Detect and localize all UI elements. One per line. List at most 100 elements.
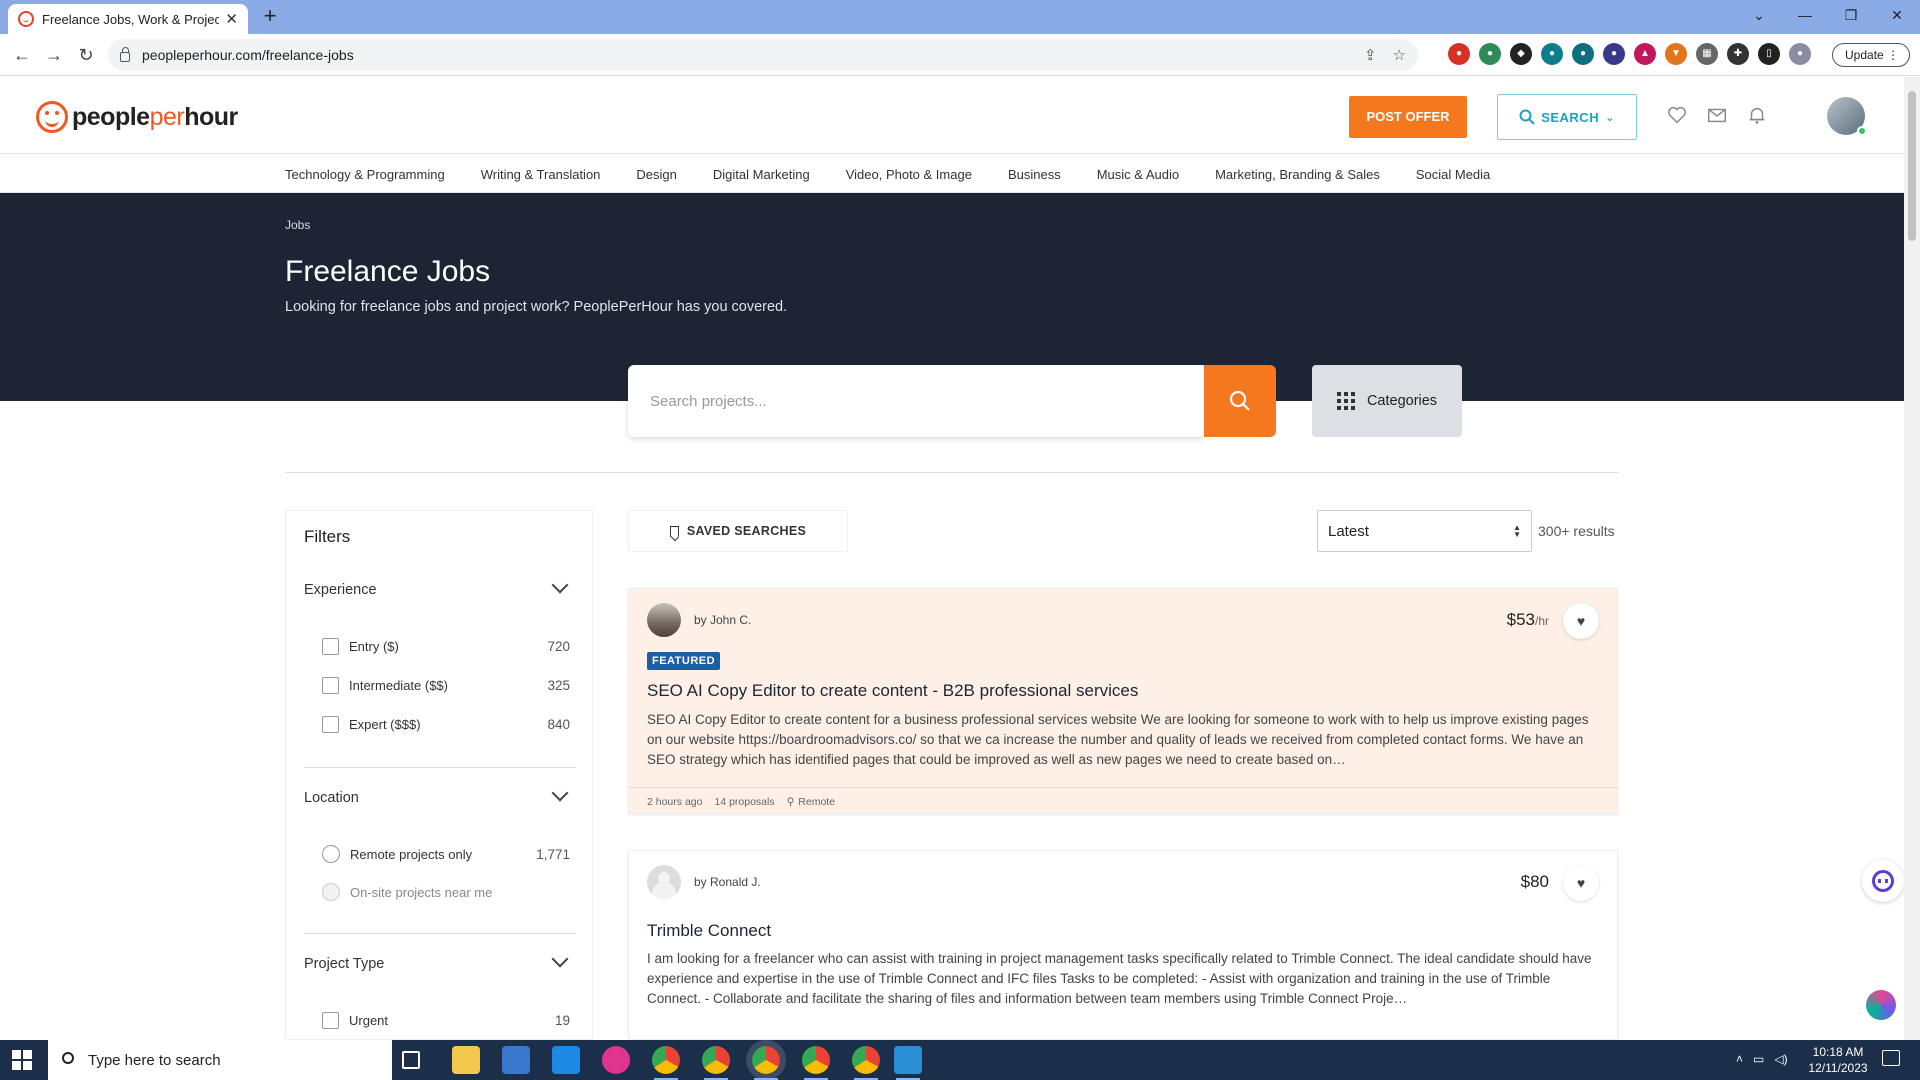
address-bar[interactable]: peopleperhour.com/freelance-jobs ⇪ ☆ [108, 39, 1418, 71]
windows-start-icon[interactable] [12, 1050, 32, 1070]
filter-option-remote[interactable]: Remote projects only 1,771 [322, 843, 570, 865]
user-avatar[interactable] [1827, 97, 1867, 136]
tab-close-icon[interactable]: ✕ [225, 10, 238, 28]
mail-icon[interactable] [552, 1046, 580, 1074]
save-job-heart-icon[interactable]: ♥ [1563, 865, 1599, 901]
chrome-icon[interactable] [852, 1046, 880, 1080]
extensions-puzzle-icon[interactable]: ✚ [1727, 43, 1749, 65]
client-avatar[interactable] [647, 865, 681, 899]
scrollbar-thumb[interactable] [1908, 91, 1916, 241]
project-search-button[interactable] [1204, 365, 1276, 437]
chrome-icon[interactable] [702, 1046, 730, 1080]
extension-qr-icon[interactable]: ▦ [1696, 43, 1718, 65]
filter-option-onsite[interactable]: On-site projects near me [322, 881, 570, 903]
store-icon[interactable] [502, 1046, 530, 1074]
category-digital-marketing[interactable]: Digital Marketing [713, 167, 810, 182]
taskbar-clock[interactable]: 10:18 AM 12/11/2023 [1800, 1044, 1876, 1076]
file-explorer-icon[interactable] [452, 1046, 480, 1074]
metamask-fox-icon[interactable]: ▼ [1665, 43, 1687, 65]
forward-arrow-icon[interactable]: → [42, 43, 66, 67]
chrome-active-icon[interactable] [746, 1040, 786, 1080]
url-text[interactable]: peopleperhour.com/freelance-jobs [142, 47, 354, 63]
extension-new-icon[interactable]: ▲ [1634, 43, 1656, 65]
extension-bot-icon[interactable]: ● [1603, 43, 1625, 65]
filter-option-intermediate[interactable]: Intermediate ($$) 325 [322, 674, 570, 696]
filter-location-title[interactable]: Location [304, 790, 359, 806]
category-business[interactable]: Business [1008, 167, 1061, 182]
client-name[interactable]: by John C. [694, 613, 751, 627]
tray-chevron-icon[interactable]: ˄ [1736, 1052, 1743, 1066]
saved-searches-button[interactable]: SAVED SEARCHES [628, 510, 848, 552]
checkbox[interactable] [322, 1011, 339, 1029]
breadcrumb[interactable]: Jobs [285, 218, 310, 232]
checkbox[interactable] [322, 676, 339, 694]
bookmark-star-icon[interactable]: ☆ [1393, 46, 1406, 64]
extension-circle-icon[interactable]: ● [1572, 43, 1594, 65]
reload-icon[interactable]: ↻ [74, 43, 98, 67]
volume-icon[interactable]: ◁) [1774, 1052, 1787, 1066]
checkbox[interactable] [322, 715, 339, 733]
lock-icon[interactable] [120, 47, 130, 62]
job-card[interactable]: by John C. $53/hr ♥ FEATURED SEO AI Copy… [628, 588, 1618, 814]
category-writing-translation[interactable]: Writing & Translation [481, 167, 601, 182]
category-social-media[interactable]: Social Media [1416, 167, 1490, 182]
job-title[interactable]: Trimble Connect [647, 921, 771, 941]
category-technology-programming[interactable]: Technology & Programming [285, 167, 445, 182]
favorites-heart-icon[interactable] [1666, 104, 1688, 126]
save-job-heart-icon[interactable]: ♥ [1563, 603, 1599, 639]
extension-teal-icon[interactable]: ● [1541, 43, 1563, 65]
network-icon[interactable]: ▭ [1753, 1052, 1764, 1066]
filter-option-expert[interactable]: Expert ($$$) 840 [322, 713, 570, 735]
categories-button[interactable]: Categories [1312, 365, 1462, 437]
notification-center-icon[interactable] [1882, 1050, 1900, 1066]
client-name[interactable]: by Ronald J. [694, 875, 761, 889]
close-window-icon[interactable]: ✕ [1874, 0, 1920, 30]
browser-tab[interactable]: Freelance Jobs, Work & Projects ✕ [8, 4, 248, 34]
back-arrow-icon[interactable]: ← [10, 43, 34, 67]
side-panel-icon[interactable]: ▯ [1758, 43, 1780, 65]
messages-envelope-icon[interactable] [1706, 104, 1728, 126]
post-offer-button[interactable]: POST OFFER [1349, 96, 1467, 138]
taskbar-search[interactable]: Type here to search [48, 1040, 392, 1080]
task-view-icon[interactable] [402, 1051, 420, 1069]
tab-search-chevron-icon[interactable]: ⌄ [1736, 0, 1782, 30]
extension-red-icon[interactable]: ● [1448, 43, 1470, 65]
browser-update-button[interactable]: Update ⋮ [1832, 43, 1910, 67]
chrome-icon[interactable] [652, 1046, 680, 1080]
filter-project-type-title[interactable]: Project Type [304, 956, 384, 972]
filter-option-entry[interactable]: Entry ($) 720 [322, 635, 570, 657]
profile-avatar-icon[interactable]: ● [1789, 43, 1811, 65]
checkbox[interactable] [322, 637, 339, 655]
radio-button[interactable] [322, 883, 340, 901]
sort-select[interactable]: Latest ▲ ▼ [1317, 510, 1532, 552]
chevron-down-icon[interactable] [551, 784, 569, 802]
job-title[interactable]: SEO AI Copy Editor to create content - B… [647, 681, 1138, 701]
app-w-icon[interactable] [602, 1046, 630, 1074]
category-music-audio[interactable]: Music & Audio [1097, 167, 1179, 182]
chevron-down-icon[interactable] [551, 576, 569, 594]
category-design[interactable]: Design [636, 167, 676, 182]
notifications-bell-icon[interactable] [1746, 104, 1768, 126]
page-scrollbar[interactable] [1904, 77, 1920, 1040]
filter-experience-title[interactable]: Experience [304, 582, 377, 598]
category-marketing-branding-sales[interactable]: Marketing, Branding & Sales [1215, 167, 1380, 182]
job-card[interactable]: by Ronald J. $80 ♥ Trimble Connect I am … [628, 850, 1618, 1040]
chevron-down-icon[interactable] [551, 950, 569, 968]
project-search-input[interactable] [650, 392, 1204, 410]
vscode-icon[interactable] [894, 1046, 922, 1080]
filter-option-urgent[interactable]: Urgent 19 [322, 1009, 570, 1031]
client-avatar[interactable] [647, 603, 681, 637]
restore-icon[interactable]: ❐ [1828, 0, 1874, 30]
header-search-button[interactable]: SEARCH ⌄ [1497, 94, 1637, 140]
minimize-icon[interactable]: — [1782, 0, 1828, 30]
brain-extension-icon[interactable] [1866, 990, 1896, 1020]
radio-button[interactable] [322, 845, 340, 863]
new-tab-plus-icon[interactable]: + [258, 4, 282, 28]
chatbot-launcher[interactable] [1862, 860, 1904, 902]
category-video-photo-image[interactable]: Video, Photo & Image [846, 167, 972, 182]
peopleperhour-logo[interactable]: people per hour [36, 101, 238, 133]
extension-shield-icon[interactable]: ◆ [1510, 43, 1532, 65]
chrome-icon[interactable] [802, 1046, 830, 1080]
share-icon[interactable]: ⇪ [1364, 46, 1377, 64]
extension-green-icon[interactable]: ● [1479, 43, 1501, 65]
